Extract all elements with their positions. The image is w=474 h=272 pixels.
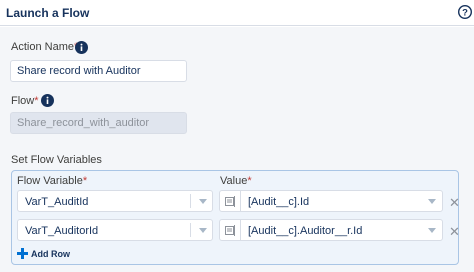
chevron-down-icon — [428, 228, 436, 233]
chevron-down-icon — [199, 199, 207, 204]
flow-variable-select[interactable]: VarT_AuditorId — [17, 219, 213, 241]
add-row-label: Add Row — [31, 249, 70, 259]
info-icon[interactable] — [75, 41, 88, 54]
value-text: [Audit__c].Id — [248, 196, 310, 208]
column-header-value: Value* — [220, 175, 252, 187]
value-text: [Audit__c].Auditor__r.Id — [248, 225, 363, 237]
flow-variables-label: Set Flow Variables — [11, 154, 102, 166]
merge-field-icon — [225, 225, 235, 236]
action-name-input[interactable]: Share record with Auditor — [10, 60, 187, 82]
remove-row-icon[interactable]: ✕ — [449, 196, 460, 209]
svg-text:?: ? — [462, 8, 468, 19]
plus-icon — [17, 248, 28, 259]
value-select[interactable]: [Audit__c].Id — [240, 190, 443, 212]
modal-header: Launch a Flow ? — [0, 0, 474, 26]
help-icon[interactable]: ? — [458, 5, 472, 19]
flow-variable-select[interactable]: VarT_AuditId — [17, 190, 213, 212]
select-divider — [190, 223, 191, 237]
flow-variable-value: VarT_AuditId — [25, 196, 89, 208]
flow-label: Flow* — [11, 95, 39, 107]
chevron-down-icon — [428, 199, 436, 204]
merge-field-icon — [225, 196, 235, 207]
value-select[interactable]: [Audit__c].Auditor__r.Id — [240, 219, 443, 241]
flow-input: Share_record_with_auditor — [10, 112, 187, 134]
info-icon[interactable] — [41, 94, 54, 107]
action-name-label: Action Name* — [11, 41, 78, 53]
select-divider — [190, 194, 191, 208]
resource-picker-button[interactable] — [219, 190, 241, 212]
flow-variable-value: VarT_AuditorId — [25, 225, 99, 237]
remove-row-icon[interactable]: ✕ — [449, 225, 460, 238]
resource-picker-button[interactable] — [219, 219, 241, 241]
chevron-down-icon — [199, 228, 207, 233]
modal-title: Launch a Flow — [6, 6, 90, 20]
column-header-flow-variable: Flow Variable* — [17, 175, 88, 187]
